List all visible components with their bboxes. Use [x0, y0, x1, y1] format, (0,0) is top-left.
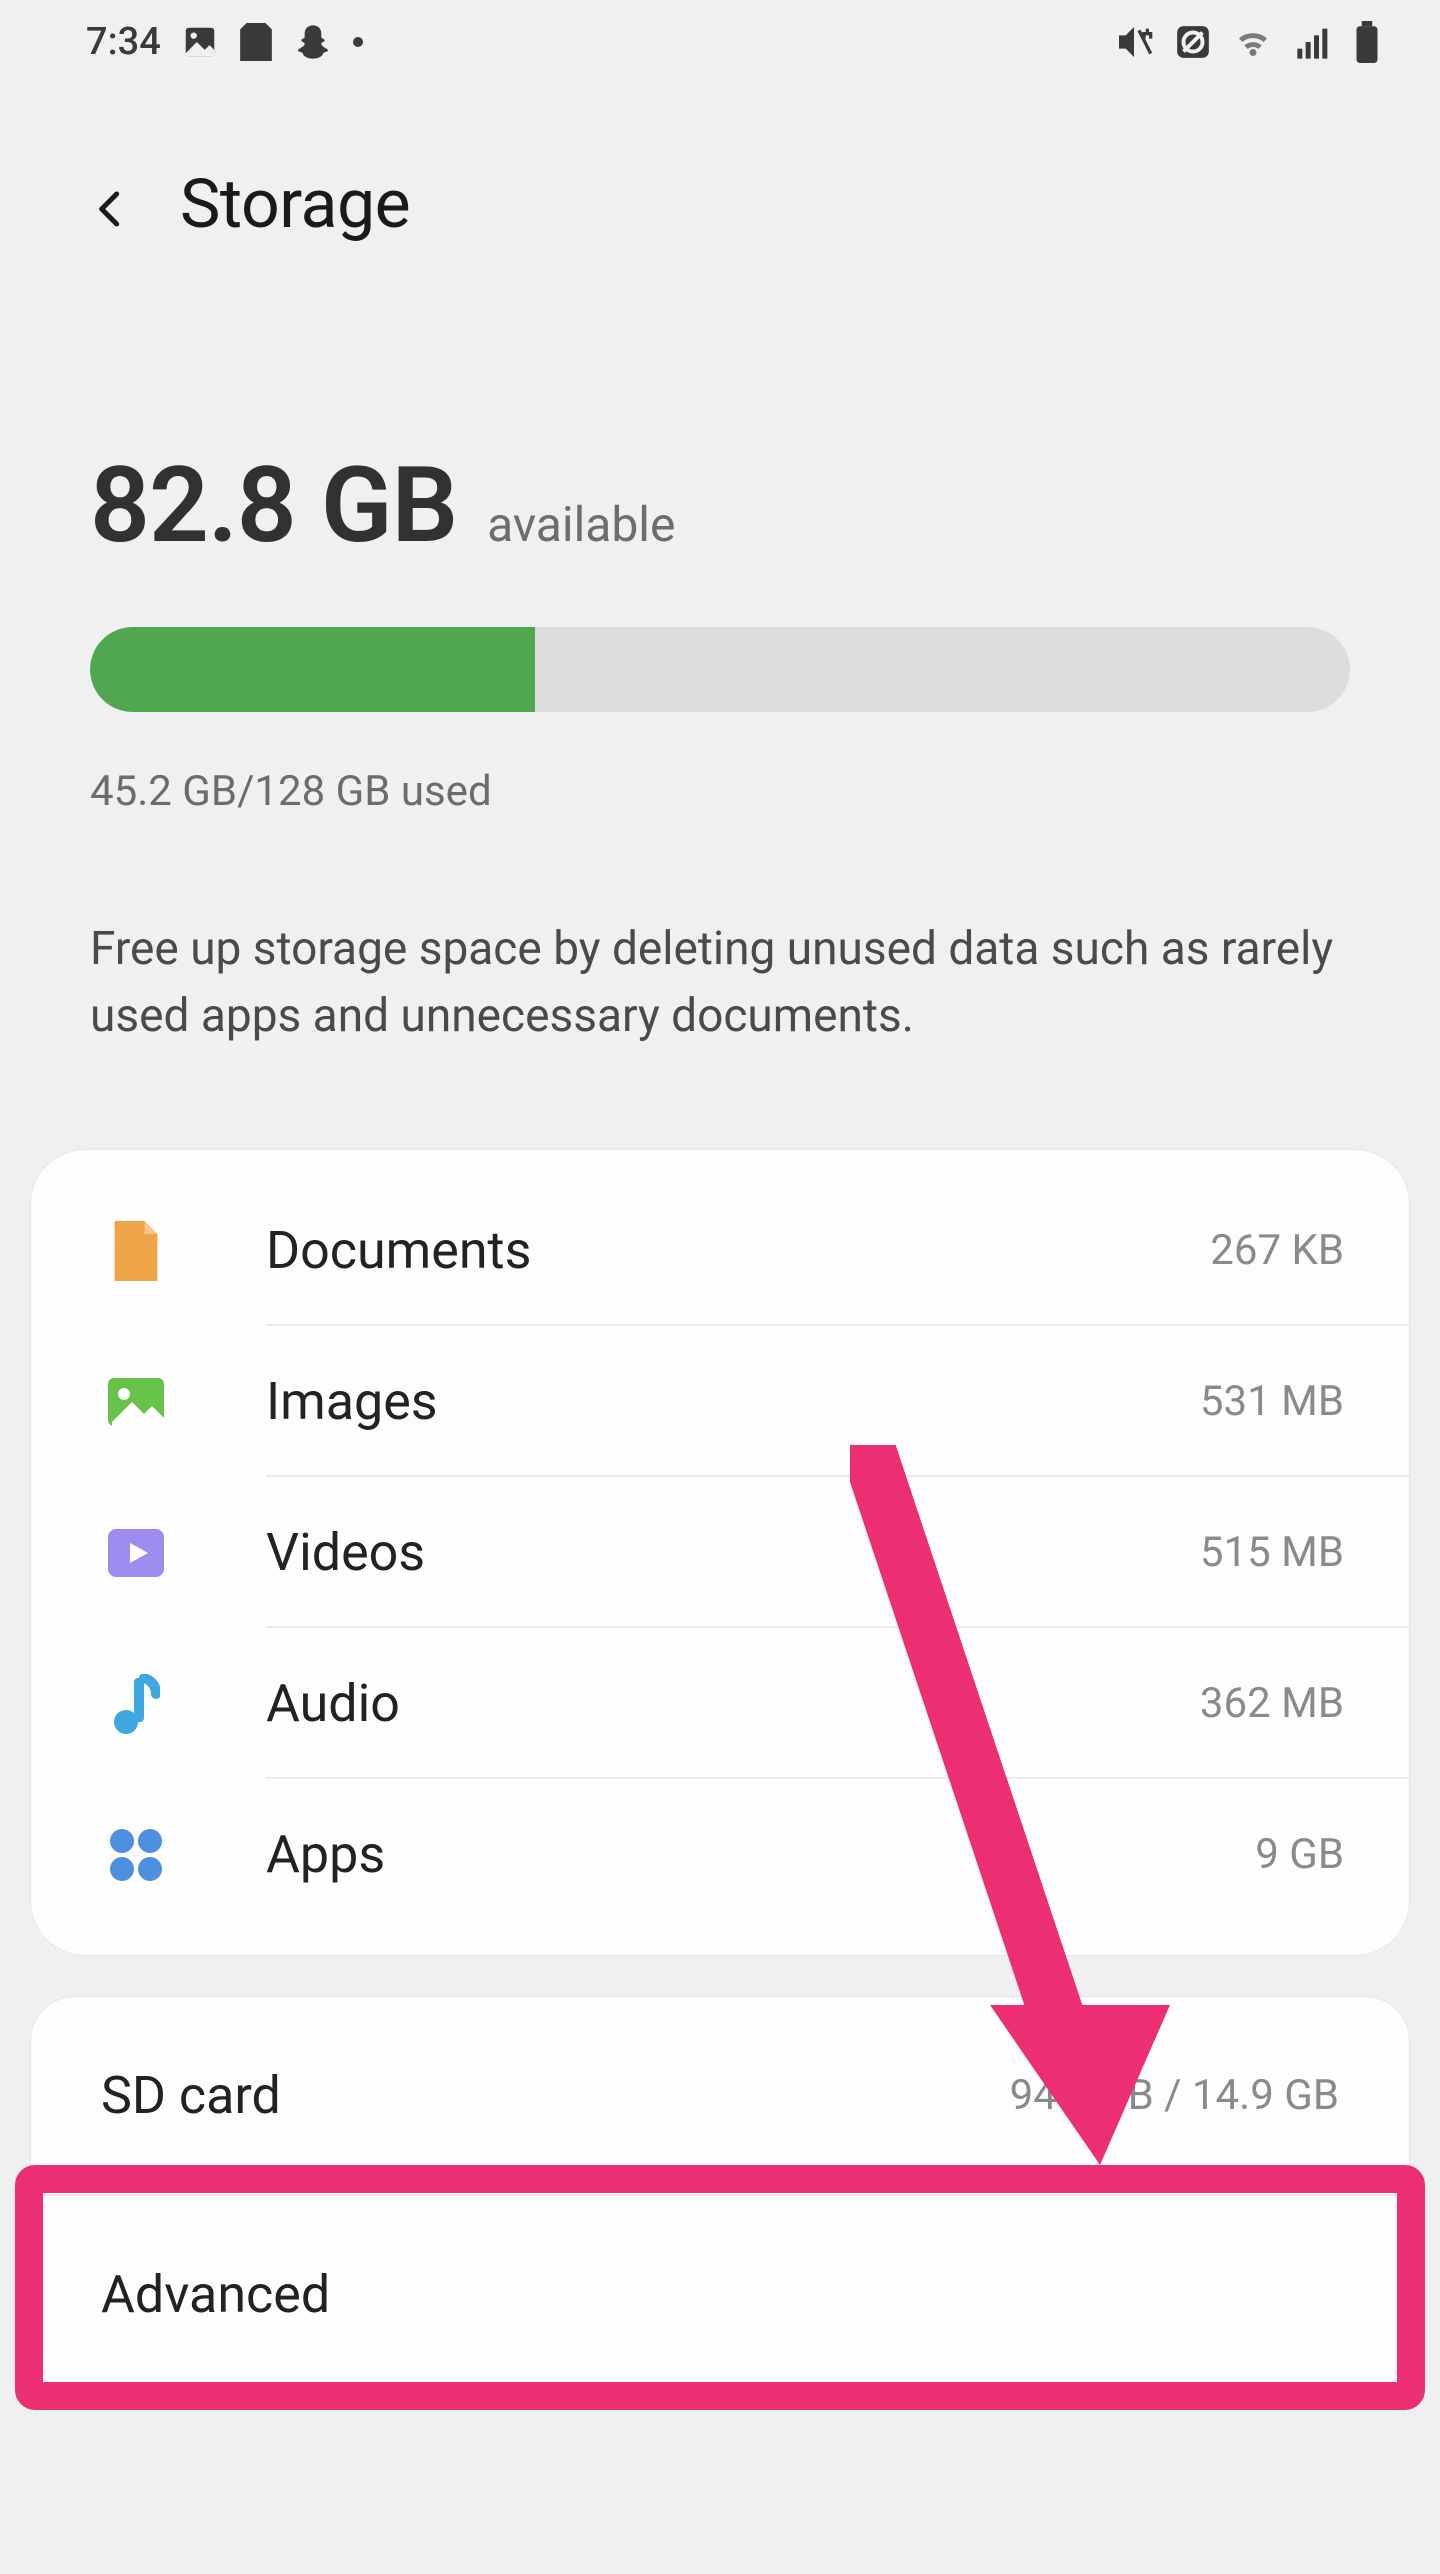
wifi-icon	[1232, 21, 1274, 63]
category-label: Apps	[266, 1824, 1255, 1885]
category-label: Images	[266, 1371, 1200, 1432]
status-time: 7:34	[86, 20, 161, 64]
status-more-dot-icon	[353, 37, 363, 47]
audio-icon	[106, 1674, 166, 1734]
category-size: 9 GB	[1255, 1830, 1344, 1879]
page-title: Storage	[180, 164, 410, 244]
advanced-label: Advanced	[101, 2264, 1339, 2325]
document-icon	[106, 1221, 166, 1281]
sd-card-size: 945 MB / 14.9 GB	[1010, 2071, 1339, 2120]
status-bar: 7:34	[0, 0, 1440, 74]
category-row-videos[interactable]: Videos 515 MB	[31, 1477, 1409, 1628]
page-header: Storage	[0, 74, 1440, 284]
sd-card-row[interactable]: SD card 945 MB / 14.9 GB	[31, 1997, 1409, 2196]
category-row-images[interactable]: Images 531 MB	[31, 1326, 1409, 1477]
storage-progress-fill	[90, 627, 535, 712]
apps-icon	[106, 1825, 166, 1885]
category-row-documents[interactable]: Documents 267 KB	[31, 1175, 1409, 1326]
storage-progress-bar	[90, 627, 1350, 712]
back-button[interactable]	[90, 184, 130, 224]
category-label: Audio	[266, 1673, 1200, 1734]
available-label: available	[487, 496, 675, 553]
category-row-apps[interactable]: Apps 9 GB	[31, 1779, 1409, 1930]
storage-hint-text: Free up storage space by deleting unused…	[90, 916, 1350, 1049]
categories-card: Documents 267 KB Images 531 MB Videos 51…	[30, 1149, 1410, 1956]
snapchat-status-icon	[293, 22, 333, 62]
category-size: 531 MB	[1200, 1377, 1344, 1426]
free-space-value: 82.8 GB	[90, 444, 457, 567]
secondary-storage-card: SD card 945 MB / 14.9 GB Advanced	[30, 1996, 1410, 2393]
video-icon	[106, 1523, 166, 1583]
category-label: Documents	[266, 1220, 1210, 1281]
category-row-audio[interactable]: Audio 362 MB	[31, 1628, 1409, 1779]
advanced-row[interactable]: Advanced	[31, 2196, 1409, 2393]
vibrate-mute-icon	[1114, 22, 1154, 62]
data-saver-icon	[1174, 23, 1212, 61]
image-icon	[106, 1372, 166, 1432]
category-size: 515 MB	[1200, 1528, 1344, 1577]
gallery-status-icon	[181, 23, 219, 61]
category-label: Videos	[266, 1522, 1200, 1583]
sd-card-status-icon	[239, 23, 273, 61]
battery-icon	[1354, 21, 1380, 63]
status-bar-left: 7:34	[86, 20, 363, 64]
sd-card-label: SD card	[101, 2065, 1010, 2126]
usage-text: 45.2 GB/128 GB used	[90, 767, 1350, 816]
status-bar-right	[1114, 21, 1380, 63]
signal-icon	[1294, 22, 1334, 62]
storage-summary: 82.8 GB available 45.2 GB/128 GB used Fr…	[0, 284, 1440, 1049]
category-size: 362 MB	[1200, 1679, 1344, 1728]
category-size: 267 KB	[1210, 1226, 1344, 1275]
